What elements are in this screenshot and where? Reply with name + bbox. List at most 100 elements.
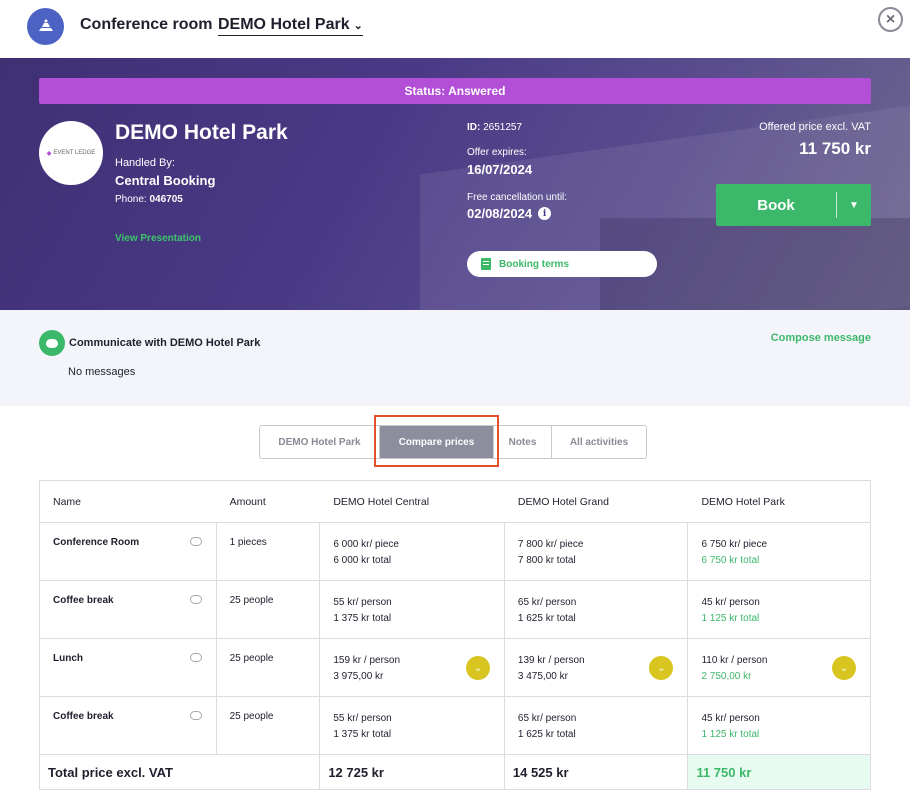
handled-by-label: Handled By: [115, 157, 175, 169]
offer-id-label: ID: [467, 122, 481, 133]
unit-price: 55 kr/ person [333, 713, 392, 724]
column-header-park: DEMO Hotel Park [701, 495, 785, 508]
unit-price: 45 kr/ person [701, 713, 760, 724]
table-total-row: Total price excl. VAT 12 725 kr 14 525 k… [40, 755, 870, 789]
tab-bar: DEMO Hotel Park Compare prices Notes All… [259, 425, 647, 459]
phone-line: Phone: 046705 [115, 194, 183, 205]
offered-price-label: Offered price excl. VAT [759, 121, 871, 133]
total-grand: 14 525 kr [505, 755, 689, 789]
central-price-cell: 159 kr / person 3 975,00 kr ⌄ [320, 639, 505, 696]
venue-name: DEMO Hotel Park [115, 121, 288, 144]
row-name-cell: Coffee break [40, 697, 217, 754]
offered-price-value: 11 750 kr [799, 139, 871, 158]
grand-price-cell: 139 kr / person 3 475,00 kr ⌄ [505, 639, 689, 696]
tab-compare-prices[interactable]: Compare prices [380, 426, 494, 458]
total-park: 11 750 kr [688, 755, 870, 789]
grand-price-cell: 65 kr/ person 1 625 kr total [505, 697, 689, 754]
grand-price-cell: 65 kr/ person 1 625 kr total [505, 581, 689, 638]
total-price: 1 625 kr total [517, 613, 576, 624]
close-icon[interactable]: × [878, 7, 903, 32]
unit-price: 6 750 kr/ piece [701, 539, 768, 550]
row-amount-cell: 25 people [217, 639, 321, 696]
free-cancellation-label: Free cancellation until: [467, 192, 568, 203]
handled-by-name: Central Booking [115, 173, 216, 188]
total-price: 1 125 kr total [701, 729, 760, 740]
offer-id-value: 2651257 [483, 122, 523, 133]
offer-expires-label: Offer expires: [467, 147, 527, 158]
total-price: 1 125 kr total [701, 613, 760, 624]
venue-select-label: DEMO Hotel Park [218, 16, 350, 33]
tab-all-activities[interactable]: All activities [552, 426, 646, 458]
free-cancellation-value: 02/08/2024 i [467, 206, 552, 221]
phone-label: Phone: [115, 194, 147, 205]
chevron-down-icon[interactable]: ⌄ [465, 656, 490, 680]
table-header-row: Name Amount DEMO Hotel Central DEMO Hote… [40, 481, 870, 523]
column-header-grand: DEMO Hotel Grand [517, 495, 609, 508]
total-price: 1 625 kr total [517, 729, 576, 740]
price-comparison-table: Name Amount DEMO Hotel Central DEMO Hote… [39, 480, 871, 790]
unit-price: 65 kr/ person [517, 597, 577, 608]
row-amount-cell: 25 people [217, 697, 321, 754]
unit-price: 45 kr/ person [701, 597, 760, 608]
tab-notes[interactable]: Notes [494, 426, 552, 458]
free-cancellation-date: 02/08/2024 [467, 206, 533, 221]
offer-hero: Status: Answered ◆ EVENT LEDGE DEMO Hote… [0, 58, 910, 310]
chevron-down-icon[interactable]: ⌄ [831, 656, 856, 680]
comment-icon[interactable] [189, 537, 202, 546]
comment-icon[interactable] [189, 595, 202, 604]
offer-id: ID: 2651257 [467, 122, 522, 133]
app-logo-icon [27, 8, 64, 45]
info-icon[interactable]: i [538, 207, 552, 220]
column-header-name: Name [53, 495, 82, 508]
phone-number: 046705 [149, 194, 183, 205]
unit-price: 7 800 kr/ piece [517, 539, 584, 550]
top-bar: Conference room DEMO Hotel Park ⌄ × [0, 0, 910, 58]
item-name: Coffee break [53, 711, 114, 722]
row-amount-cell: 1 pieces [217, 523, 321, 580]
view-presentation-link[interactable]: View Presentation [115, 233, 201, 244]
table-row: Lunch 25 people 159 kr / person 3 975,00… [40, 639, 870, 697]
unit-price: 55 kr/ person [333, 597, 392, 608]
total-central: 12 725 kr [320, 755, 505, 789]
compose-message-link[interactable]: Compose message [771, 332, 871, 344]
communication-panel: Communicate with DEMO Hotel Park No mess… [0, 310, 910, 406]
comment-icon[interactable] [189, 653, 202, 662]
table-row: Conference Room 1 pieces 6 000 kr/ piece… [40, 523, 870, 581]
total-price: 6 750 kr total [701, 555, 760, 566]
park-price-cell: 45 kr/ person 1 125 kr total [688, 581, 870, 638]
table-row: Coffee break 25 people 55 kr/ person 1 3… [40, 581, 870, 639]
park-price-cell: 45 kr/ person 1 125 kr total [688, 697, 870, 754]
grand-price-cell: 7 800 kr/ piece 7 800 kr total [505, 523, 689, 580]
central-price-cell: 55 kr/ person 1 375 kr total [320, 581, 505, 638]
item-name: Conference Room [53, 537, 140, 548]
row-name-cell: Conference Room [40, 523, 217, 580]
no-messages-text: No messages [68, 366, 136, 378]
park-price-cell: 110 kr / person 2 750,00 kr ⌄ [688, 639, 870, 696]
row-name-cell: Lunch [40, 639, 217, 696]
central-price-cell: 6 000 kr/ piece 6 000 kr total [320, 523, 505, 580]
venue-logo: ◆ EVENT LEDGE [39, 121, 103, 185]
booking-terms-button[interactable]: Booking terms [467, 251, 657, 277]
column-header-amount: Amount [229, 495, 266, 508]
row-amount-cell: 25 people [217, 581, 321, 638]
total-price: 1 375 kr total [333, 613, 392, 624]
total-price: 1 375 kr total [333, 729, 392, 740]
chevron-down-icon: ⌄ [353, 19, 363, 32]
book-button[interactable]: Book ▼ [716, 184, 871, 226]
item-name: Lunch [53, 653, 83, 664]
total-price: 6 000 kr total [333, 555, 392, 566]
comment-icon[interactable] [189, 711, 202, 720]
row-name-cell: Coffee break [40, 581, 217, 638]
unit-price: 65 kr/ person [517, 713, 577, 724]
communication-title: Communicate with DEMO Hotel Park [69, 337, 261, 349]
unit-price: 6 000 kr/ piece [333, 539, 399, 550]
total-label: Total price excl. VAT [40, 755, 321, 789]
venue-select[interactable]: DEMO Hotel Park ⌄ [218, 16, 363, 36]
status-badge: Status: Answered [39, 78, 871, 104]
table-row: Coffee break 25 people 55 kr/ person 1 3… [40, 697, 870, 755]
chat-bubble-icon [39, 330, 65, 356]
document-icon [481, 258, 491, 270]
tab-venue[interactable]: DEMO Hotel Park [260, 426, 380, 458]
caret-down-icon[interactable]: ▼ [837, 200, 871, 211]
central-price-cell: 55 kr/ person 1 375 kr total [320, 697, 505, 754]
